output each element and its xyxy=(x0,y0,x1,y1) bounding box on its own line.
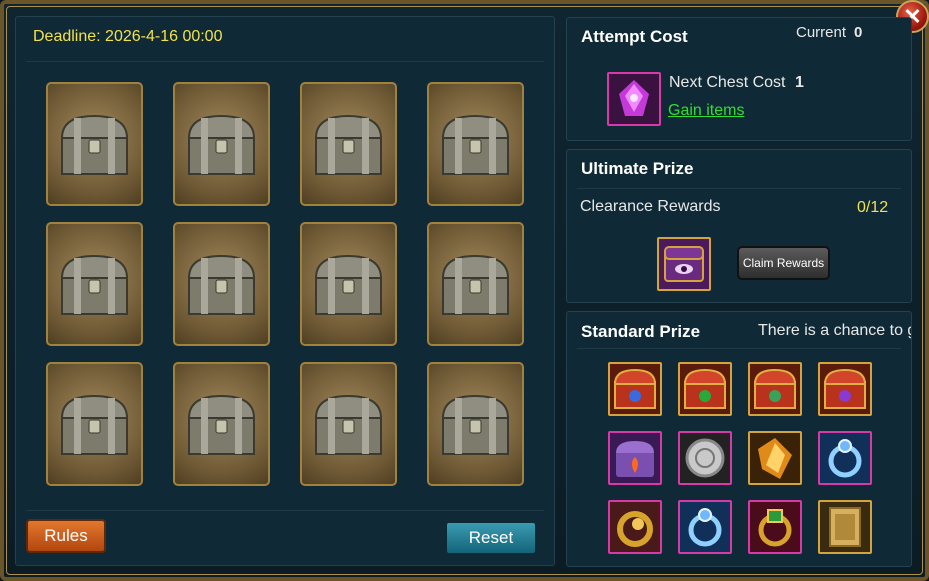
chest-card[interactable] xyxy=(427,222,524,346)
divider xyxy=(577,348,901,349)
silver-coin-icon[interactable] xyxy=(678,431,732,485)
next-chest-cost-label: Next Chest Cost xyxy=(669,74,786,91)
chest-icon xyxy=(187,254,256,315)
gem-ring-icon[interactable] xyxy=(748,500,802,554)
divider xyxy=(26,510,544,511)
golden-scroll-icon[interactable] xyxy=(818,500,872,554)
attempt-cost-panel: Attempt Cost Current 0 Next Chest Cost 1… xyxy=(566,17,912,141)
chest-card[interactable] xyxy=(46,362,143,486)
chest-icon xyxy=(441,394,510,455)
chest-icon xyxy=(314,114,383,175)
red-chest-green-crest-icon[interactable] xyxy=(748,362,802,416)
chest-icon xyxy=(441,254,510,315)
chest-card[interactable] xyxy=(46,222,143,346)
chest-icon xyxy=(187,114,256,175)
current-label: Current xyxy=(796,24,847,41)
ultimate-prize-title: Ultimate Prize xyxy=(581,159,694,178)
purple-crystal-icon xyxy=(607,72,661,126)
chest-icon xyxy=(60,254,129,315)
blue-ring-icon[interactable] xyxy=(818,431,872,485)
amber-crystal-icon[interactable] xyxy=(748,431,802,485)
next-chest-cost-value: 1 xyxy=(795,74,804,91)
clearance-progress: 0/12 xyxy=(857,199,889,216)
purple-chest-icon[interactable] xyxy=(657,237,711,291)
deadline-text: Deadline: 2026-4-16 00:00 xyxy=(33,28,223,45)
gain-items-link[interactable]: Gain items xyxy=(668,102,744,120)
chest-card[interactable] xyxy=(300,362,397,486)
red-chest-green-fleur-icon[interactable] xyxy=(678,362,732,416)
chest-icon xyxy=(314,394,383,455)
chest-card[interactable] xyxy=(173,222,270,346)
blue-ring-icon[interactable] xyxy=(678,500,732,554)
divider xyxy=(26,61,544,62)
chest-card[interactable] xyxy=(300,82,397,206)
gold-ring-icon[interactable] xyxy=(608,500,662,554)
standard-prize-panel: Standard Prize There is a chance to ge xyxy=(566,311,912,567)
chest-icon xyxy=(60,394,129,455)
red-chest-purple-skull-icon[interactable] xyxy=(818,362,872,416)
chest-card[interactable] xyxy=(300,222,397,346)
standard-prize-title: Standard Prize xyxy=(581,322,701,341)
chest-icon xyxy=(314,254,383,315)
chest-card[interactable] xyxy=(46,82,143,206)
chest-card[interactable] xyxy=(427,82,524,206)
standard-prize-note: There is a chance to ge xyxy=(758,322,912,339)
chest-icon xyxy=(441,114,510,175)
clearance-rewards-label: Clearance Rewards xyxy=(580,198,721,215)
red-chest-blue-crown-icon[interactable] xyxy=(608,362,662,416)
chest-icon xyxy=(60,114,129,175)
current-value: 0 xyxy=(854,24,863,41)
attempt-cost-title: Attempt Cost xyxy=(581,27,688,46)
ultimate-prize-panel: Ultimate Prize Clearance Rewards 0/12 Cl… xyxy=(566,149,912,303)
chest-card[interactable] xyxy=(427,362,524,486)
rules-button[interactable]: Rules xyxy=(26,519,106,553)
reset-button[interactable]: Reset xyxy=(445,521,537,555)
divider xyxy=(577,188,901,189)
purple-fire-chest-icon[interactable] xyxy=(608,431,662,485)
chest-icon xyxy=(187,394,256,455)
chest-card[interactable] xyxy=(173,82,270,206)
claim-rewards-button[interactable]: Claim Rewards xyxy=(737,246,830,280)
chest-card[interactable] xyxy=(173,362,270,486)
chest-board-panel: Deadline: 2026-4-16 00:00 Rules Reset xyxy=(15,16,555,566)
